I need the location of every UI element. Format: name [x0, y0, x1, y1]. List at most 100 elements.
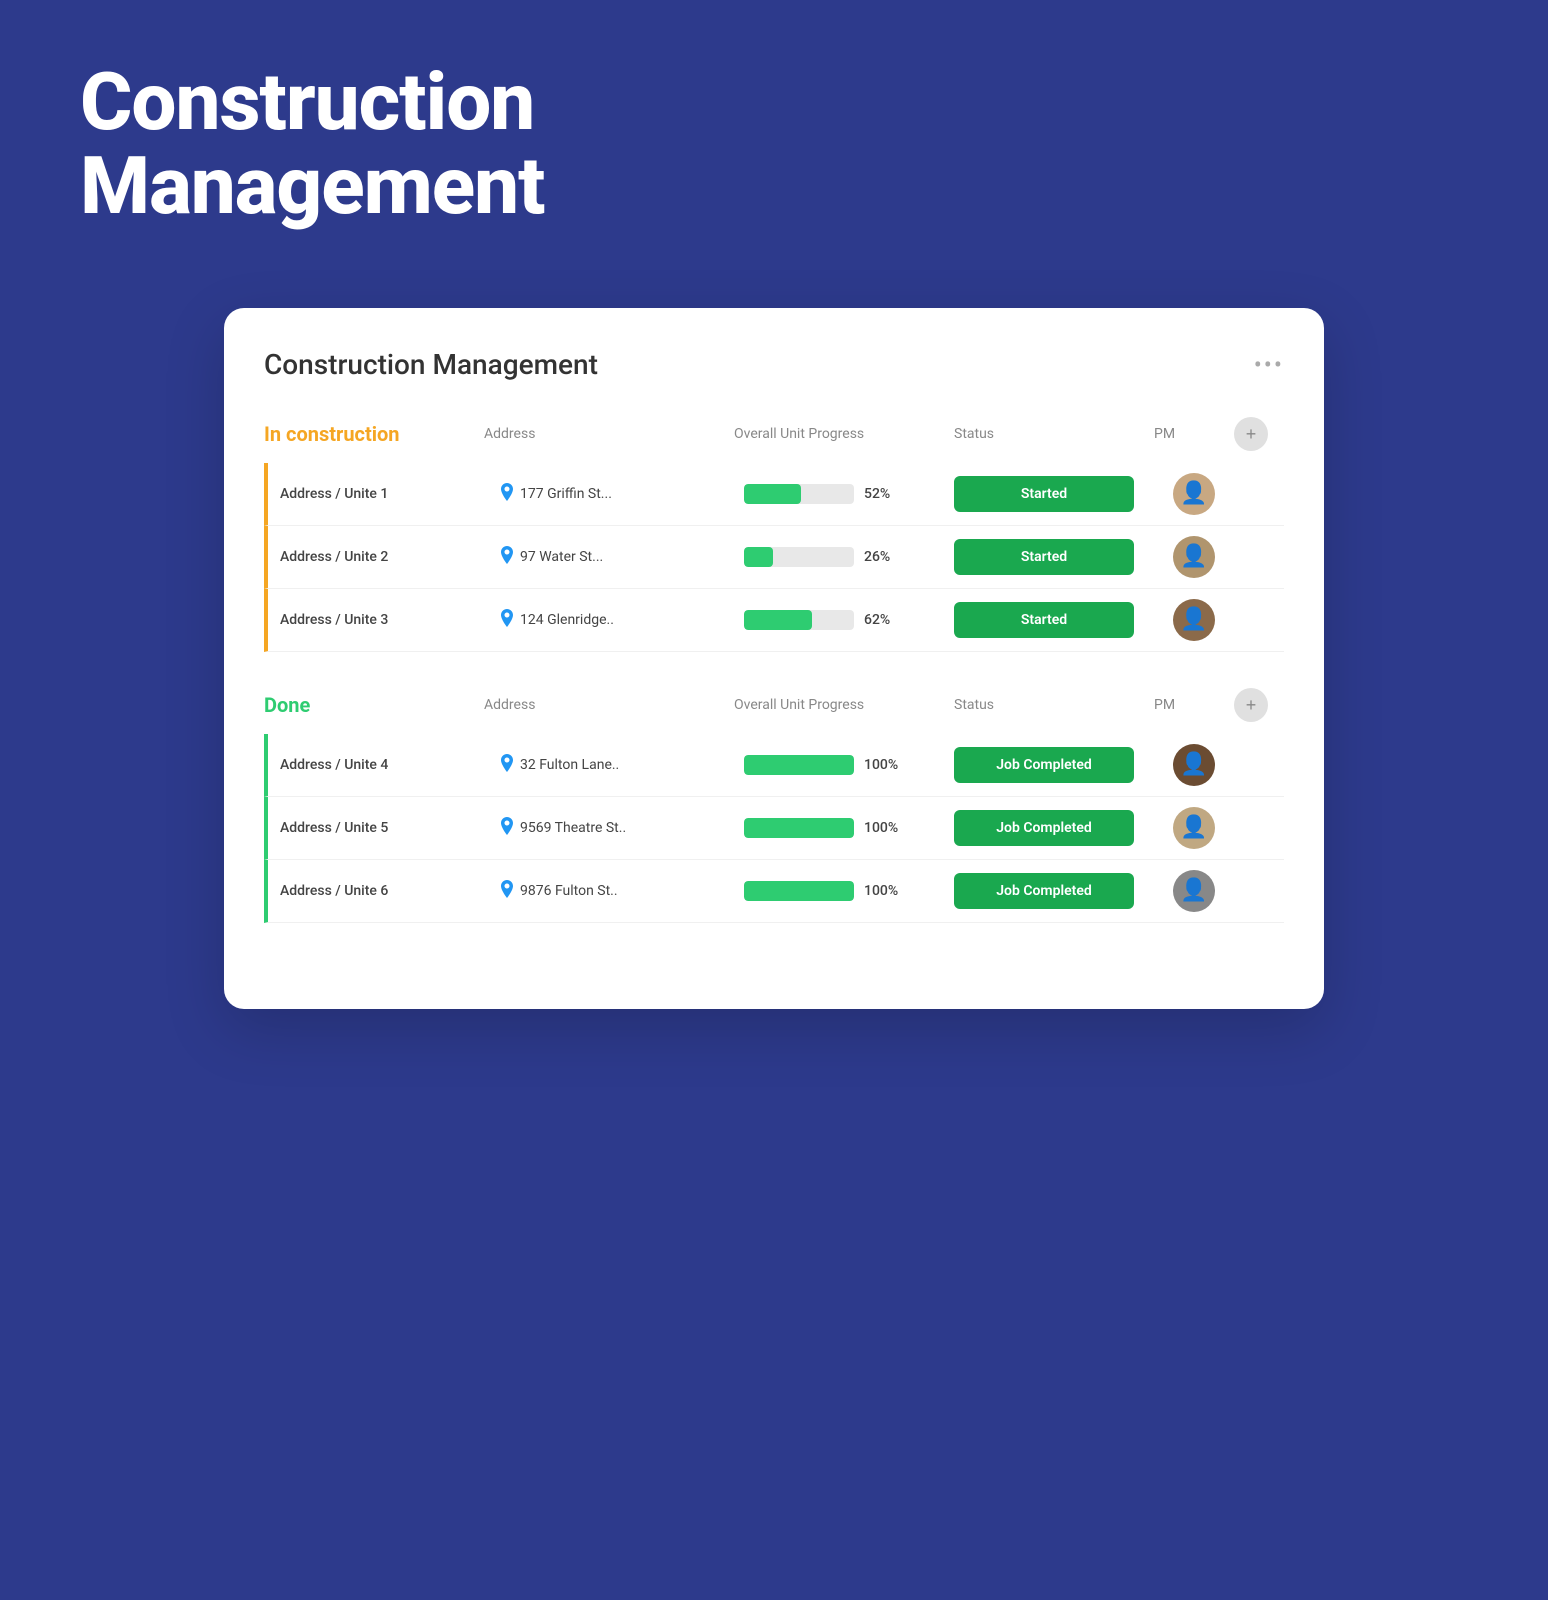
add-button-in-construction[interactable]: +: [1234, 417, 1268, 451]
progress-bar-bg-in-construction-0: [744, 484, 854, 504]
avatar: 👤: [1173, 744, 1215, 786]
avatar: 👤: [1173, 473, 1215, 515]
data-row-in-construction-0: Address / Unite 1 177 Griffin St... 52% Sta…: [264, 463, 1284, 526]
col-header-progress-in-construction: Overall Unit Progress: [734, 426, 954, 442]
hero-title: Construction Management: [80, 60, 1468, 228]
data-row-done-2: Address / Unite 6 9876 Fulton St.. 100% Job…: [264, 860, 1284, 923]
main-card: Construction Management ••• In construct…: [224, 308, 1324, 1009]
data-row-in-construction-1: Address / Unite 297 Water St... 26% Starte…: [264, 526, 1284, 589]
progress-bar-bg-done-1: [744, 818, 854, 838]
location-icon: [500, 817, 514, 839]
address-text-in-construction-0: 177 Griffin St...: [520, 486, 612, 502]
card-title: Construction Management: [264, 348, 598, 381]
col-header-pm-in-construction: PM: [1154, 426, 1234, 442]
avatar-cell-done-0: 👤: [1154, 744, 1234, 786]
col-header-status-in-construction: Status: [954, 426, 1154, 442]
location-icon: [500, 546, 514, 568]
progress-bar-fill-in-construction-2: [744, 610, 812, 630]
row-name-done-2: Address / Unite 6: [280, 883, 500, 899]
avatar-cell-done-2: 👤: [1154, 870, 1234, 912]
address-cell-done-0: 32 Fulton Lane..: [500, 754, 734, 776]
section-done: DoneAddressOverall Unit ProgressStatusPM…: [264, 688, 1284, 923]
status-badge-in-construction-0: Started: [954, 476, 1134, 512]
data-row-done-1: Address / Unite 5 9569 Theatre St.. 100% Jo…: [264, 797, 1284, 860]
progress-cell-in-construction-0: 52%: [734, 484, 954, 504]
address-cell-in-construction-1: 97 Water St...: [500, 546, 734, 568]
address-text-in-construction-2: 124 Glenridge..: [520, 612, 614, 628]
data-row-in-construction-2: Address / Unite 3 124 Glenridge.. 62% Start…: [264, 589, 1284, 652]
progress-bar-bg-in-construction-2: [744, 610, 854, 630]
status-badge-in-construction-2: Started: [954, 602, 1134, 638]
hero-section: Construction Management: [0, 0, 1548, 308]
address-text-done-2: 9876 Fulton St..: [520, 883, 618, 899]
row-name-in-construction-0: Address / Unite 1: [280, 486, 500, 502]
avatar: 👤: [1173, 536, 1215, 578]
avatar: 👤: [1173, 807, 1215, 849]
sections-container: In constructionAddressOverall Unit Progr…: [264, 417, 1284, 923]
location-icon: [500, 880, 514, 902]
progress-pct-in-construction-0: 52%: [864, 486, 890, 502]
progress-cell-done-2: 100%: [734, 881, 954, 901]
status-badge-done-2: Job Completed: [954, 873, 1134, 909]
progress-bar-fill-done-1: [744, 818, 854, 838]
location-icon: [500, 609, 514, 631]
progress-pct-in-construction-2: 62%: [864, 612, 890, 628]
card-header: Construction Management •••: [264, 348, 1284, 381]
col-header-address-done: Address: [484, 697, 734, 713]
progress-bar-bg-in-construction-1: [744, 547, 854, 567]
avatar-cell-in-construction-0: 👤: [1154, 473, 1234, 515]
progress-pct-done-2: 100%: [864, 883, 898, 899]
avatar-icon: 👤: [1180, 609, 1207, 631]
address-text-done-1: 9569 Theatre St..: [520, 820, 626, 836]
avatar-cell-done-1: 👤: [1154, 807, 1234, 849]
progress-pct-in-construction-1: 26%: [864, 549, 890, 565]
section-title-done: Done: [264, 693, 484, 717]
col-header-progress-done: Overall Unit Progress: [734, 697, 954, 713]
address-cell-in-construction-0: 177 Griffin St...: [500, 483, 734, 505]
section-in-construction: In constructionAddressOverall Unit Progr…: [264, 417, 1284, 652]
section-header-row-in-construction: In constructionAddressOverall Unit Progr…: [264, 417, 1284, 451]
row-name-in-construction-1: Address / Unite 2: [280, 549, 500, 565]
col-header-status-done: Status: [954, 697, 1154, 713]
progress-pct-done-1: 100%: [864, 820, 898, 836]
location-icon: [500, 754, 514, 776]
add-button-done[interactable]: +: [1234, 688, 1268, 722]
section-header-row-done: DoneAddressOverall Unit ProgressStatusPM…: [264, 688, 1284, 722]
avatar-icon: 👤: [1180, 754, 1207, 776]
col-header-pm-done: PM: [1154, 697, 1234, 713]
status-badge-in-construction-1: Started: [954, 539, 1134, 575]
avatar-icon: 👤: [1180, 546, 1207, 568]
progress-cell-done-0: 100%: [734, 755, 954, 775]
address-cell-done-1: 9569 Theatre St..: [500, 817, 734, 839]
location-icon: [500, 483, 514, 505]
progress-bar-bg-done-2: [744, 881, 854, 901]
avatar-icon: 👤: [1180, 817, 1207, 839]
avatar: 👤: [1173, 870, 1215, 912]
row-name-done-1: Address / Unite 5: [280, 820, 500, 836]
progress-bar-fill-in-construction-0: [744, 484, 801, 504]
avatar: 👤: [1173, 599, 1215, 641]
status-badge-done-0: Job Completed: [954, 747, 1134, 783]
address-text-done-0: 32 Fulton Lane..: [520, 757, 619, 773]
progress-cell-in-construction-1: 26%: [734, 547, 954, 567]
avatar-cell-in-construction-1: 👤: [1154, 536, 1234, 578]
section-title-in-construction: In construction: [264, 422, 484, 446]
row-name-in-construction-2: Address / Unite 3: [280, 612, 500, 628]
row-name-done-0: Address / Unite 4: [280, 757, 500, 773]
progress-pct-done-0: 100%: [864, 757, 898, 773]
progress-cell-done-1: 100%: [734, 818, 954, 838]
status-badge-done-1: Job Completed: [954, 810, 1134, 846]
progress-cell-in-construction-2: 62%: [734, 610, 954, 630]
avatar-icon: 👤: [1180, 483, 1207, 505]
more-menu-button[interactable]: •••: [1254, 351, 1284, 379]
progress-bar-fill-in-construction-1: [744, 547, 773, 567]
address-cell-done-2: 9876 Fulton St..: [500, 880, 734, 902]
col-header-address-in-construction: Address: [484, 426, 734, 442]
avatar-cell-in-construction-2: 👤: [1154, 599, 1234, 641]
card-wrapper: Construction Management ••• In construct…: [0, 308, 1548, 1089]
address-cell-in-construction-2: 124 Glenridge..: [500, 609, 734, 631]
data-row-done-0: Address / Unite 4 32 Fulton Lane.. 100% Job…: [264, 734, 1284, 797]
avatar-icon: 👤: [1180, 880, 1207, 902]
progress-bar-bg-done-0: [744, 755, 854, 775]
progress-bar-fill-done-0: [744, 755, 854, 775]
